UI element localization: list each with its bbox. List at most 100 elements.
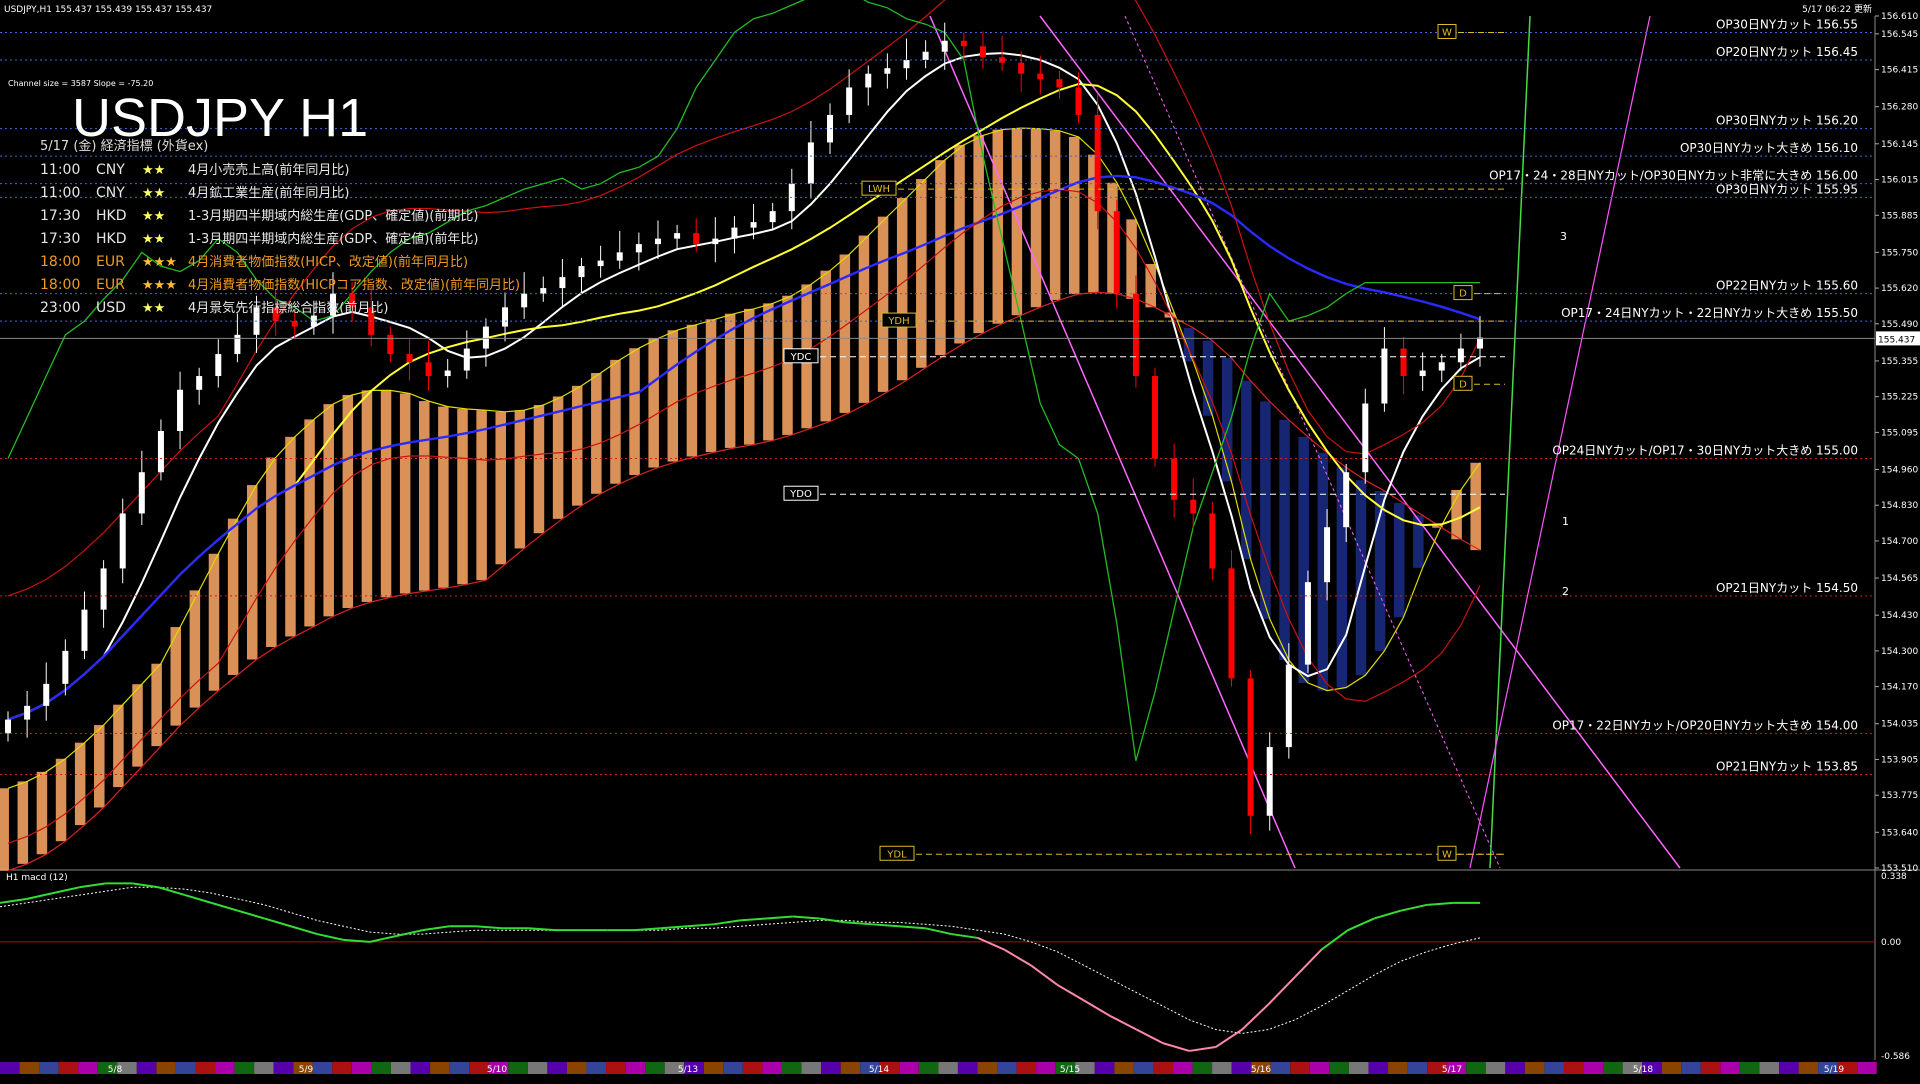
candle-body (559, 277, 566, 289)
session-strip-cell (782, 1062, 802, 1074)
candle-body (177, 389, 184, 432)
cloud-bar (1260, 401, 1271, 619)
session-strip-cell (938, 1062, 958, 1074)
candle-body (138, 472, 145, 514)
candle-body (674, 233, 681, 239)
calendar-stars: ★★ (142, 186, 165, 201)
cloud-bar (552, 396, 564, 519)
session-strip-cell (156, 1062, 176, 1074)
x-axis-label: 5/17 (1442, 1065, 1462, 1075)
calendar-stars: ★★★ (142, 255, 177, 270)
candle-body (196, 376, 203, 390)
session-strip-cell (39, 1062, 59, 1074)
cloud-bar (438, 406, 449, 588)
reference-tag-label: YDL (886, 849, 907, 860)
candle-body (597, 260, 604, 267)
session-strip-cell (1779, 1062, 1799, 1074)
session-strip-cell (899, 1062, 919, 1074)
session-strip-cell (215, 1062, 235, 1074)
reference-tag-label: LWH (868, 184, 890, 195)
chart-window: OP30日NYカット 156.55 OP20日NYカット 156.45 OP30日N… (0, 0, 1920, 1080)
cloud-bar (877, 216, 889, 392)
session-strip-cell (1505, 1062, 1525, 1074)
candle-body (941, 40, 948, 52)
candle-body (712, 238, 719, 245)
session-strip-cell (351, 1062, 372, 1074)
cloud-bar (1279, 419, 1290, 661)
price-axis-label: 156.280 (1881, 103, 1918, 113)
candle-body (1438, 362, 1445, 371)
candle-body (119, 513, 126, 569)
candle-body (578, 266, 585, 278)
calendar-currency: CNY (96, 162, 125, 178)
candle-body (1247, 678, 1254, 816)
candle-body (100, 568, 107, 610)
price-axis-label: 155.095 (1881, 428, 1918, 438)
price-axis-label: 156.545 (1881, 30, 1918, 40)
calendar-event-name: 1-3月期四半期域内総生産(GDP、確定値)(前年比) (188, 231, 478, 247)
candle-body (1324, 527, 1331, 583)
cloud-bar (571, 385, 583, 506)
session-strip-cell (254, 1062, 274, 1074)
candle-body (291, 321, 298, 327)
session-strip-cell (1388, 1062, 1408, 1074)
cloud-bar (629, 348, 640, 475)
symbol-quote-line: USDJPY,H1 155.437 155.439 155.437 155.43… (4, 5, 212, 15)
session-strip-cell (1564, 1062, 1584, 1074)
candle-body (81, 609, 88, 651)
session-strip-cell (801, 1062, 822, 1074)
cloud-bar (1126, 219, 1137, 299)
session-strip-cell (273, 1062, 294, 1074)
cloud-bar (858, 235, 870, 403)
session-strip-cell (1466, 1062, 1486, 1074)
x-axis-label: 5/10 (487, 1065, 507, 1075)
x-axis-label: 5/15 (1060, 1065, 1080, 1075)
candle-body (1209, 513, 1216, 569)
candle-body (1457, 348, 1464, 363)
session-strip-cell (547, 1062, 567, 1074)
cloud-bar (610, 359, 621, 484)
x-axis-label: 5/13 (678, 1065, 698, 1075)
cloud-bar (380, 390, 392, 598)
cloud-bar (113, 704, 124, 788)
candle-body (616, 252, 623, 261)
cloud-bar (763, 303, 774, 441)
cloud-bar (782, 295, 793, 435)
price-axis-label: 155.750 (1881, 248, 1918, 258)
candle-body (750, 222, 757, 228)
price-axis-label: 154.960 (1881, 465, 1918, 475)
reference-tag-label: YDC (790, 352, 812, 363)
cloud-bar (132, 684, 143, 767)
session-strip-cell (625, 1062, 646, 1074)
option-cut-label: OP30日NYカット 156.55 (1716, 17, 1858, 31)
session-strip-cell (1681, 1062, 1701, 1074)
session-strip-cell (1739, 1062, 1760, 1074)
x-axis-label: 5/19 (1824, 1065, 1844, 1075)
x-axis-label: 5/14 (869, 1065, 889, 1075)
session-strip-cell (58, 1062, 79, 1074)
calendar-currency: HKD (96, 231, 127, 247)
candle-body (1304, 582, 1311, 665)
candle-body (5, 719, 11, 734)
session-strip-cell (977, 1062, 997, 1074)
cloud-bar (227, 518, 239, 675)
session-strip-cell (1368, 1062, 1388, 1074)
session-strip-cell (1700, 1062, 1721, 1074)
candle-body (1132, 293, 1139, 377)
candle-body (1171, 458, 1178, 500)
session-strip-cell (234, 1062, 255, 1074)
cloud-bar (495, 411, 506, 565)
price-axis-label: 154.430 (1881, 611, 1918, 621)
candle-body (406, 354, 413, 363)
option-cut-label: OP21日NYカット 154.50 (1716, 581, 1858, 595)
cloud-bar (285, 436, 296, 637)
candle-body (865, 73, 872, 88)
session-strip-cell (1798, 1062, 1819, 1074)
cloud-bar (1241, 380, 1252, 560)
session-strip-cell (391, 1062, 411, 1074)
session-strip-cell (1544, 1062, 1564, 1074)
candle-body (521, 293, 528, 308)
cloud-bar (342, 394, 354, 609)
session-strip-cell (840, 1062, 861, 1074)
session-strip-cell (136, 1062, 157, 1074)
